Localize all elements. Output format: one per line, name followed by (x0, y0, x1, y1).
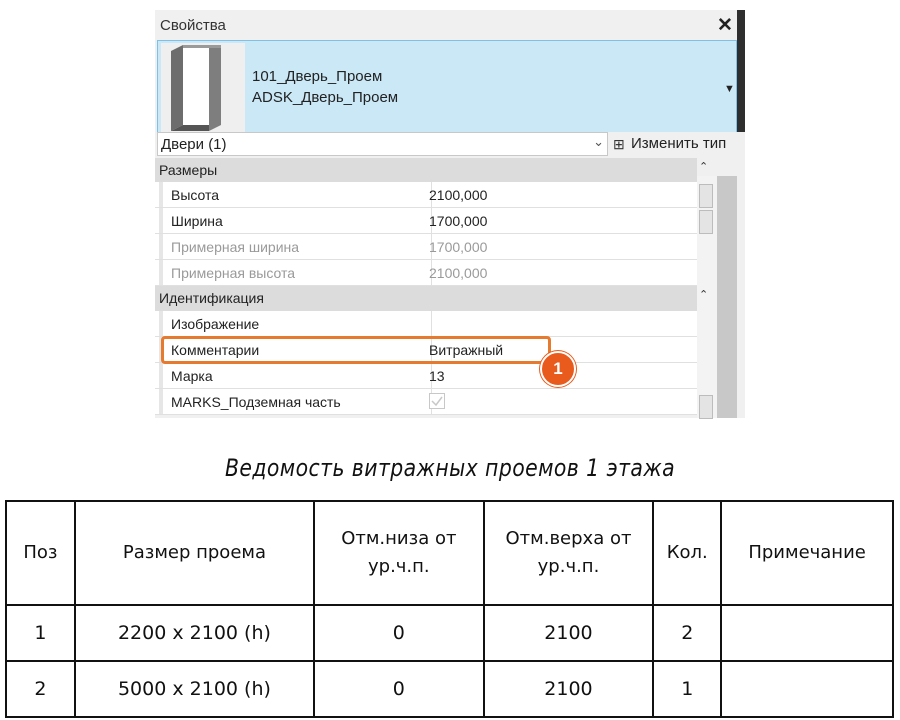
dropdown-arrow-icon[interactable]: ▼ (724, 83, 735, 95)
property-row-underground[interactable]: MARKS_Подземная часть (155, 389, 697, 415)
property-key: Примерная ширина (171, 239, 300, 255)
property-key: MARKS_Подземная часть (171, 394, 341, 410)
cell-top-level: 2100 (482, 660, 655, 718)
background-strip (737, 10, 745, 40)
col-header-top-level: Отм.верха от ур.ч.п. (482, 500, 655, 606)
edit-type-button[interactable]: ⊞ Изменить тип (611, 133, 735, 155)
property-key: Изображение (171, 316, 260, 332)
property-value[interactable]: 13 (429, 368, 445, 384)
cell-position: 2 (5, 660, 76, 718)
callout-badge: 1 (540, 351, 576, 387)
collapse-icon[interactable]: ⌃ (699, 160, 708, 173)
checkbox-icon[interactable] (429, 393, 445, 409)
cell-position: 1 (5, 604, 76, 662)
door-thumbnail-icon (161, 43, 245, 133)
scroll-thumb[interactable] (699, 210, 713, 234)
cell-count: 1 (652, 660, 723, 718)
group-header-identity[interactable]: Идентификация ⌃ (155, 286, 708, 311)
family-name: 101_Дверь_Проем (252, 68, 383, 85)
property-key: Ширина (171, 213, 223, 229)
grid-side-panel (717, 176, 737, 418)
col-header-note: Примечание (720, 500, 894, 606)
palette-title: Свойства (160, 17, 226, 34)
property-row-mark[interactable]: Марка 13 (155, 363, 697, 389)
category-filter-select[interactable]: Двери (1) ⌄ (157, 132, 608, 156)
col-header-count: Кол. (652, 500, 723, 606)
cell-top-level: 2100 (482, 604, 655, 662)
scroll-thumb[interactable] (699, 395, 713, 419)
col-header-position: Поз (5, 500, 76, 606)
close-icon[interactable]: ✕ (717, 14, 733, 37)
scroll-thumb[interactable] (699, 184, 713, 208)
cell-size: 2200 x 2100 (h) (73, 604, 316, 662)
group-name: Идентификация (159, 290, 264, 306)
col-header-bottom-level: Отм.низа от ур.ч.п. (313, 500, 485, 606)
cell-note (720, 660, 894, 718)
property-value: 2100,000 (429, 265, 488, 281)
property-key: Высота (171, 187, 220, 203)
table-row: 1 2200 x 2100 (h) 0 2100 2 (5, 604, 894, 662)
property-row-approx-height: Примерная высота 2100,000 (155, 260, 697, 286)
category-filter-value: Двери (1) (161, 136, 227, 153)
background-strip (737, 40, 745, 138)
group-name: Размеры (159, 162, 218, 178)
collapse-icon[interactable]: ⌃ (699, 288, 708, 301)
chevron-down-icon[interactable]: ⌄ (593, 134, 604, 150)
table-row: 2 5000 x 2100 (h) 0 2100 1 (5, 660, 894, 718)
comments-highlight-frame (161, 336, 551, 364)
edit-type-label: Изменить тип (631, 135, 727, 152)
type-selector[interactable]: 101_Дверь_Проем ADSK_Дверь_Проем ▼ (157, 40, 737, 138)
cell-note (720, 604, 894, 662)
properties-grid: Размеры ⌃ Высота 2100,000 Ширина 1700,00… (155, 158, 745, 419)
cell-bottom-level: 0 (313, 604, 485, 662)
cell-size: 5000 x 2100 (h) (73, 660, 316, 718)
schedule-table: Поз Размер проема Отм.низа от ур.ч.п. От… (5, 500, 894, 718)
type-name: ADSK_Дверь_Проем (252, 89, 399, 106)
property-key: Марка (171, 368, 213, 384)
palette-title-bar: Свойства ✕ (155, 10, 745, 40)
group-header-dimensions[interactable]: Размеры ⌃ (155, 158, 708, 183)
property-row-approx-width: Примерная ширина 1700,000 (155, 234, 697, 260)
property-row-width[interactable]: Ширина 1700,000 (155, 208, 697, 234)
col-header-size: Размер проема (73, 500, 316, 606)
schedule-title: Ведомость витражных проемов 1 этажа (224, 454, 676, 482)
property-key: Примерная высота (171, 265, 296, 281)
property-value: 1700,000 (429, 239, 488, 255)
property-value[interactable]: 2100,000 (429, 187, 487, 203)
filter-row: Двери (1) ⌄ ⊞ Изменить тип (155, 132, 745, 156)
property-value[interactable]: 1700,000 (429, 213, 487, 229)
edit-type-icon: ⊞ (613, 136, 625, 152)
cell-bottom-level: 0 (313, 660, 485, 718)
cell-count: 2 (652, 604, 723, 662)
property-row-image[interactable]: Изображение (155, 311, 697, 337)
property-row-height[interactable]: Высота 2100,000 (155, 182, 697, 208)
schedule-header-row: Поз Размер проема Отм.низа от ур.ч.п. От… (5, 500, 894, 606)
